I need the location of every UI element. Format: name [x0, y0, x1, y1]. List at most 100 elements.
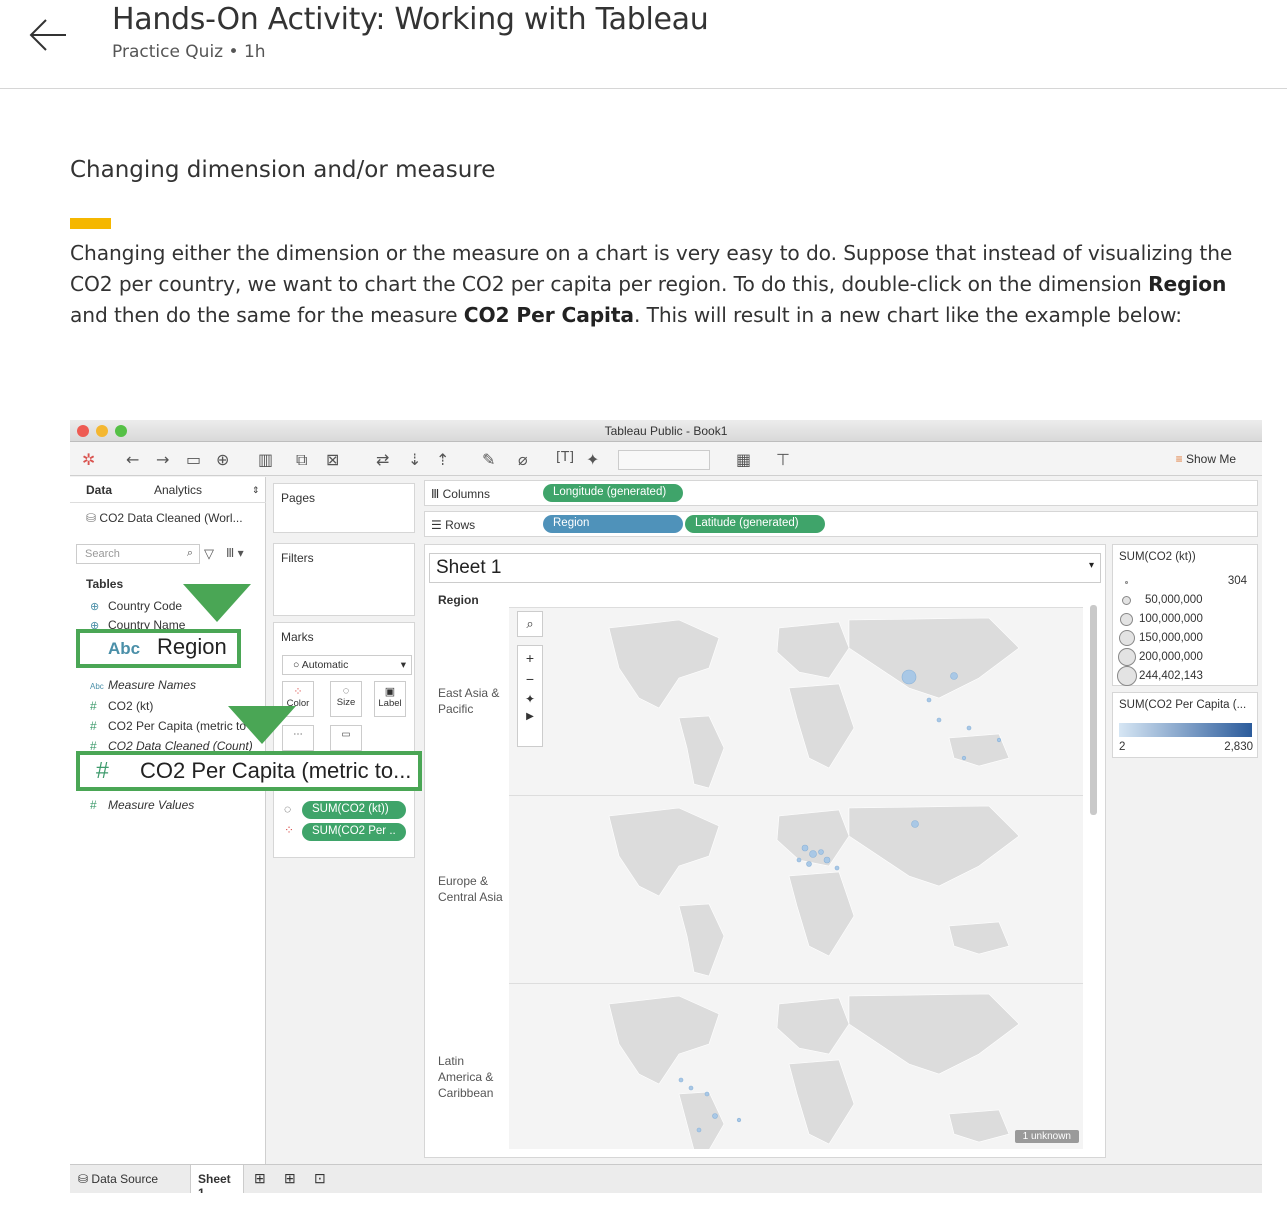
map-point [806, 861, 812, 867]
rows-shelf: ☰ Rows Region Latitude (generated) [424, 511, 1258, 537]
search-icon: ⌕ [186, 547, 193, 559]
measure-hash-icon: # [90, 719, 97, 733]
expand-icon: ▶ [526, 711, 534, 722]
measure-hash-icon: # [96, 757, 109, 783]
map-point [809, 850, 817, 858]
annotation-arrow-per-capita [228, 706, 296, 744]
abc-icon: Abc [90, 682, 104, 691]
tableau-screenshot: Tableau Public - Book1 ✲ ← → ▭ ⊕ ▥ ⧉ ⊠ ⇄… [70, 420, 1262, 1193]
region-label-latin-america: Latin America & Caribbean [438, 1054, 494, 1100]
unknown-indicator: 1 unknown [1014, 1130, 1079, 1143]
field-measure-values: # Measure Values [90, 798, 195, 812]
legend-size-value: 244,402,143 [1139, 670, 1203, 682]
label-mark-button: ▣ Label [374, 681, 406, 717]
region-pill: Region [543, 515, 683, 533]
shelves-pane: Pages Filters Marks ○ Automatic ▾ ⁘ Color … [267, 477, 420, 1164]
legend-size-value: 50,000,000 [1145, 594, 1203, 606]
undo-icon: ← [126, 450, 140, 469]
region-header: Region [438, 593, 479, 607]
size-mark-button: ◌ Size [330, 681, 362, 717]
field-co2-per-capita: # CO2 Per Capita (metric to [90, 719, 247, 733]
longitude-pill: Longitude (generated) [543, 484, 683, 502]
map-point [911, 820, 919, 828]
columns-shelf: Ⅲ Columns Longitude (generated) [424, 480, 1258, 506]
map-point [834, 865, 840, 871]
map-point [796, 857, 802, 863]
size-pill-icon: ◌ [284, 802, 292, 816]
map-east-asia [509, 607, 1083, 795]
new-dashboard-icon: ⊞ [284, 1170, 296, 1186]
map-point [801, 844, 809, 852]
map-point [678, 1077, 684, 1083]
region-label-europe: Europe & Central Asia [438, 874, 503, 904]
data-pane: Data Analytics ⇕ ⛁ CO2 Data Cleaned (Wor… [70, 477, 266, 1164]
tableau-logo-icon: ✲ [82, 450, 96, 469]
datasource-item: ⛁ CO2 Data Cleaned (Worl... [86, 511, 243, 525]
columns-icon: Ⅲ [431, 487, 440, 501]
page-header: Hands-On Activity: Working with Tableau … [0, 0, 1287, 89]
zoom-in-icon: + [525, 650, 535, 666]
map-point [966, 725, 972, 731]
sheet-title: Sheet 1 ▾ [429, 553, 1101, 583]
back-arrow-icon[interactable] [28, 14, 70, 56]
window-titlebar: Tableau Public - Book1 [70, 420, 1262, 442]
annotation-arrow-region [183, 584, 251, 622]
color-legend-max: 2,830 [1224, 741, 1253, 753]
globe-icon: ⊕ [90, 601, 100, 613]
label-icon: ▣ [384, 686, 396, 698]
legend-size-value: 304 [1227, 575, 1247, 587]
abc-icon: Abc [108, 639, 141, 658]
field-measure-names: Abc Measure Names [90, 678, 197, 692]
annotation-region-text: Region [157, 634, 227, 659]
annotation-per-capita-text: CO2 Per Capita (metric to... [140, 758, 412, 783]
legend-size-value: 150,000,000 [1139, 632, 1203, 644]
annotation-box-region: Abc Region [76, 629, 241, 668]
tab-analytics: Analytics [154, 483, 203, 497]
map-point [926, 697, 932, 703]
new-sheet-icon: ▥ [258, 450, 274, 469]
color-pill-icon: ⁘ [284, 823, 295, 837]
pane-menu-icon: ⇕ [252, 485, 260, 495]
zoom-out-icon: − [525, 671, 535, 687]
pages-shelf: Pages [273, 483, 415, 533]
measure-hash-icon: # [90, 699, 97, 713]
redo-icon: → [156, 450, 170, 469]
data-source-tab: ⛁ Data Source [78, 1172, 159, 1186]
map-point [818, 849, 824, 855]
color-pill: SUM(CO2 Per .. [302, 823, 406, 841]
search-icon: ⌕ [526, 616, 534, 631]
filter-icon: ▽ [204, 546, 214, 561]
tooltip-icon: ▭ [341, 729, 351, 740]
map-point [712, 1113, 718, 1119]
bold-region: Region [1148, 272, 1227, 296]
show-me-button: ≡ Show Me [1175, 452, 1236, 466]
pin-icon: ✦ [524, 692, 536, 706]
size-legend: SUM(CO2 (kt)) 304 50,000,000 100,000,000… [1112, 544, 1258, 686]
view-toggle-icon: Ⅲ ▾ [226, 546, 244, 560]
save-icon: ▭ [186, 450, 202, 469]
duplicate-sheet-icon: ⧉ [296, 450, 308, 469]
mark-type-dropdown: ○ Automatic ▾ [282, 655, 412, 675]
section-title: Changing dimension and/or measure [70, 157, 496, 183]
map-point [936, 717, 942, 723]
data-pane-tabs: Data Analytics ⇕ [70, 477, 266, 503]
measure-hash-icon: # [90, 798, 97, 812]
map-search-button: ⌕ [517, 611, 543, 637]
map-point [901, 669, 917, 685]
tooltip-mark-button: ▭ [330, 725, 362, 751]
legend-size-value: 100,000,000 [1139, 613, 1203, 625]
instruction-paragraph: Changing either the dimension or the mea… [70, 241, 1233, 327]
swap-icon: ⇄ [376, 450, 390, 469]
pin-icon: ✦ [586, 450, 600, 469]
tables-header: Tables [86, 577, 124, 591]
map-point [823, 856, 831, 864]
filters-shelf: Filters [273, 543, 415, 616]
region-label-east-asia: East Asia & Pacific [438, 686, 500, 716]
group-icon: ⌀ [518, 450, 528, 469]
rows-icon: ☰ [431, 518, 442, 532]
datasource-icon: ⛁ [86, 511, 97, 525]
size-icon: ◌ [342, 685, 350, 697]
view-scrollbar [1090, 605, 1097, 815]
size-pill: SUM(CO2 (kt)) [302, 801, 406, 819]
sort-asc-icon: ⇣ [408, 450, 422, 469]
